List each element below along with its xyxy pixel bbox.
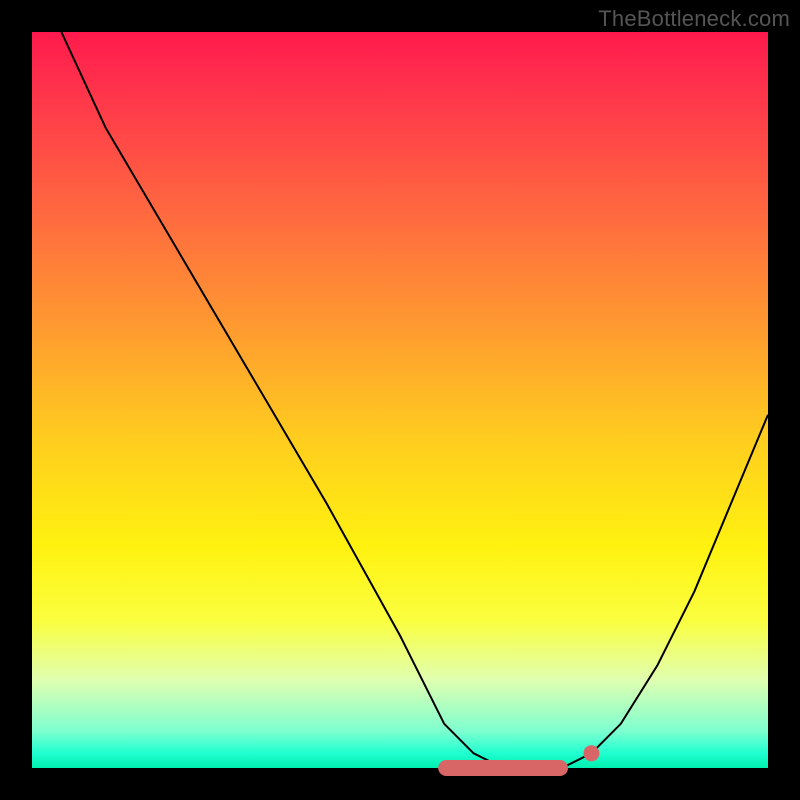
optimal-zone-marker	[438, 760, 568, 776]
chart-container: TheBottleneck.com	[0, 0, 800, 800]
highlight-dot	[583, 745, 599, 761]
chart-svg	[32, 32, 768, 768]
bottleneck-curve	[61, 32, 768, 768]
watermark-text: TheBottleneck.com	[598, 6, 790, 32]
